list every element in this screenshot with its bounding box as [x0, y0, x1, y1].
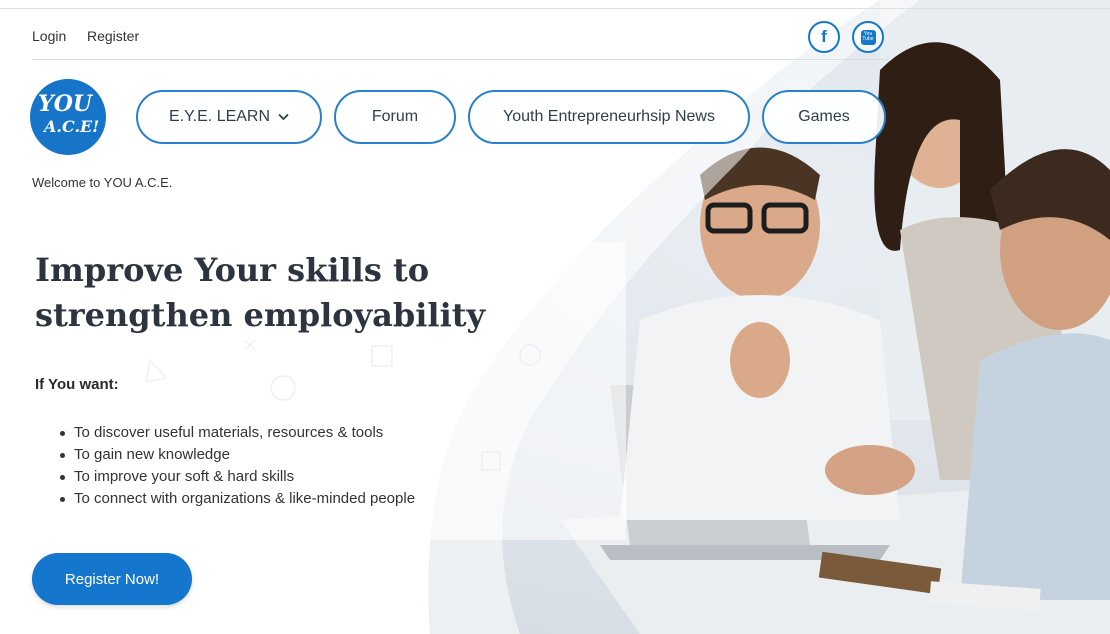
- list-item: To discover useful materials, resources …: [60, 422, 415, 444]
- facebook-icon: f: [821, 27, 827, 46]
- hero-title: Improve Your skills to strengthen employ…: [35, 251, 486, 334]
- register-now-button[interactable]: Register Now!: [32, 553, 192, 605]
- logo-text-ace: A.C.E!: [44, 117, 100, 136]
- top-bar: Login Register f You Tube: [32, 0, 888, 60]
- chevron-down-icon: [278, 110, 289, 124]
- login-link[interactable]: Login: [32, 28, 66, 44]
- benefits-list: To discover useful materials, resources …: [60, 422, 415, 510]
- youtube-button[interactable]: You Tube: [852, 21, 884, 53]
- site-logo[interactable]: YOU A.C.E!: [30, 79, 106, 155]
- nav-forum[interactable]: Forum: [334, 90, 456, 144]
- list-item: To improve your soft & hard skills: [60, 466, 415, 488]
- nav-youth-news-label: Youth Entrepreneurhsip News: [503, 108, 715, 125]
- welcome-text: Welcome to YOU A.C.E.: [32, 175, 173, 190]
- nav-youth-news[interactable]: Youth Entrepreneurhsip News: [468, 90, 750, 144]
- list-item: To connect with organizations & like-min…: [60, 488, 415, 510]
- list-item: To gain new knowledge: [60, 444, 415, 466]
- youtube-icon: You Tube: [860, 29, 876, 45]
- if-you-want-label: If You want:: [35, 376, 119, 393]
- logo-text-you: YOU: [38, 91, 93, 117]
- nav-eye-learn-label: E.Y.E. LEARN: [168, 108, 271, 125]
- nav-games[interactable]: Games: [762, 90, 886, 144]
- nav-eye-learn[interactable]: E.Y.E. LEARN: [136, 90, 322, 144]
- nav-forum-label: Forum: [371, 108, 419, 125]
- nav-games-label: Games: [798, 108, 850, 125]
- register-link[interactable]: Register: [87, 28, 139, 44]
- facebook-button[interactable]: f: [808, 21, 840, 53]
